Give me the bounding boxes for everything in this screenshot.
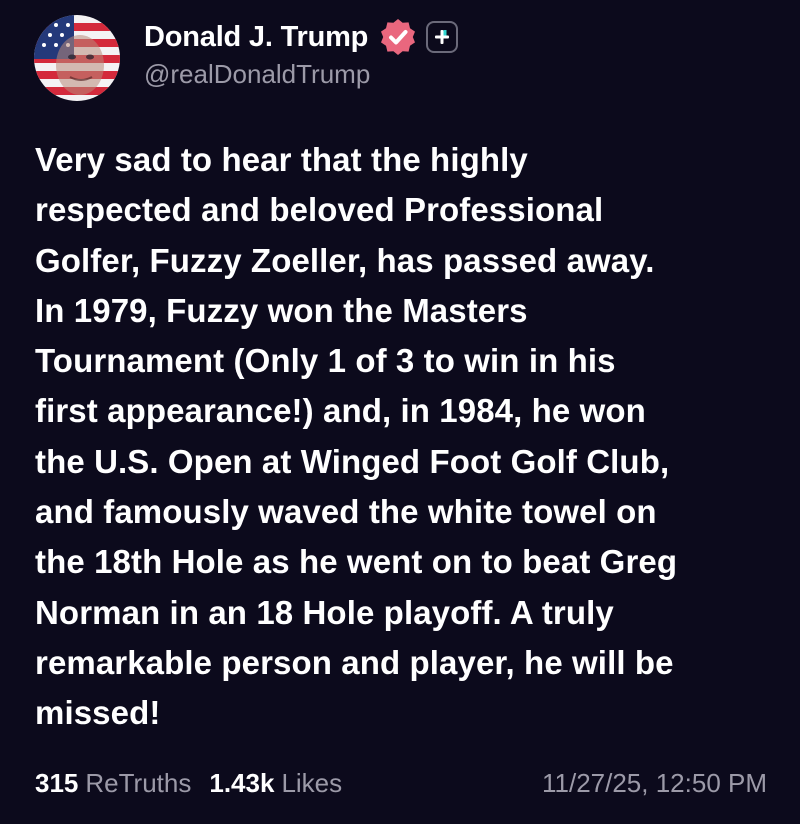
follow-plus-button[interactable] [426,21,459,53]
name-row: Donald J. Trump [144,17,459,57]
plus-icon [435,30,450,44]
truth-post: Donald J. Trump @realDonaldTrump Very sa… [0,0,800,824]
likes-stat[interactable]: 1.43k Likes [209,768,342,799]
verified-badge-icon [378,17,418,57]
avatar[interactable] [34,15,120,101]
display-name[interactable]: Donald J. Trump [144,21,368,54]
avatar-image [34,15,120,101]
post-header: Donald J. Trump @realDonaldTrump [144,17,459,90]
retruths-count: 315 [35,768,79,798]
post-text: Very sad to hear that the highly respect… [35,141,678,732]
likes-label: Likes [281,768,343,798]
post-stats: 315 ReTruths 1.43k Likes [35,768,342,799]
user-handle[interactable]: @realDonaldTrump [144,59,458,90]
post-timestamp[interactable]: 11/27/25, 12:50 PM [542,768,767,799]
retruths-label: ReTruths [85,768,192,798]
likes-count: 1.43k [209,768,275,798]
retruths-stat[interactable]: 315 ReTruths [35,768,191,799]
